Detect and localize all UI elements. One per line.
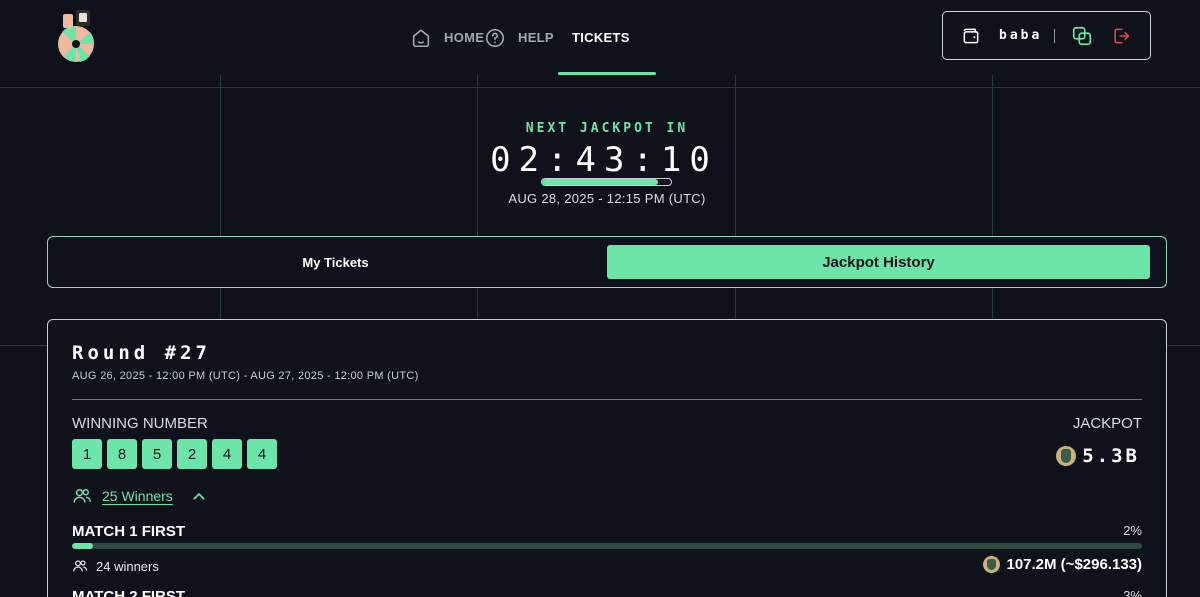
countdown-label: NEXT JACKPOT IN [525,121,689,136]
winning-digit: 1 [72,439,102,469]
active-tab-indicator [558,72,656,75]
help-icon [485,28,505,47]
divider [72,399,1142,400]
match-tier-prize-value: 107.2M (~$296.133) [1006,556,1142,573]
match-tier-winners-count: 24 winners [96,558,159,574]
chevron-up-icon[interactable] [191,488,207,504]
match-tier-title: MATCH 2 FIRST [72,588,186,597]
jackpot-label: JACKPOT [1072,415,1142,432]
countdown-date: AUG 28, 2025 - 12:15 PM (UTC) [508,191,706,206]
countdown-timer: 02:43:10 [490,140,718,180]
wallet-name: baba [999,28,1043,43]
grid-line [477,75,478,345]
main-nav: HOME TICKETS HELP [405,0,656,75]
token-coin-icon [983,556,1001,573]
grid-line [0,87,1200,88]
winners-link[interactable]: 25 Winners [102,488,173,504]
jackpot-amount-value: 5.3B [1082,445,1140,467]
nav-help[interactable]: HELP [484,0,554,75]
winning-numbers: 1 8 5 2 4 4 [72,439,277,469]
match-tier-winners: 24 winners [72,558,159,574]
winning-digit: 2 [177,439,207,469]
grid-line [992,75,993,345]
logo[interactable] [56,8,96,64]
match-tier-title: MATCH 1 FIRST [72,523,186,540]
copy-icon[interactable] [1071,25,1093,47]
winning-digit: 4 [247,439,277,469]
round-title: Round #27 [72,342,211,364]
logout-icon[interactable] [1111,26,1131,46]
nav-help-label: HELP [518,30,554,45]
tab-jackpot-history[interactable]: Jackpot History [607,245,1150,279]
grid-line [735,75,736,345]
countdown-progress-fill [542,179,659,185]
tab-my-tickets[interactable]: My Tickets [48,237,623,287]
winning-digit: 5 [142,439,172,469]
match-tier-prize: 107.2M (~$296.133) [983,556,1142,573]
nav-tickets-label: TICKETS [572,30,630,45]
countdown-progress-bar [541,178,672,186]
match-tier-progress-fill [72,543,94,549]
match-tier-percent: 3% [1123,588,1142,597]
winning-digit: 8 [107,439,137,469]
grid-line [220,75,221,345]
ticket-tabs: My Tickets Jackpot History [47,236,1167,288]
winning-digit: 4 [212,439,242,469]
winners-toggle[interactable]: 25 Winners [72,486,207,506]
header: HOME TICKETS HELP baba [0,0,1200,75]
users-icon [73,560,88,572]
users-icon [73,489,92,503]
jackpot-amount: 5.3B [1056,445,1140,467]
match-tier-progress-bar [72,543,1142,549]
divider [1054,28,1056,43]
wallet-icon [963,28,979,43]
winning-number-label: WINNING NUMBER [72,415,208,432]
token-coin-icon [1056,446,1077,466]
round-card: Round #27 AUG 26, 2025 - 12:00 PM (UTC) … [47,319,1167,597]
round-dates: AUG 26, 2025 - 12:00 PM (UTC) - AUG 27, … [72,370,419,382]
wallet-panel: baba [942,11,1151,60]
match-tier-percent: 2% [1123,523,1142,538]
